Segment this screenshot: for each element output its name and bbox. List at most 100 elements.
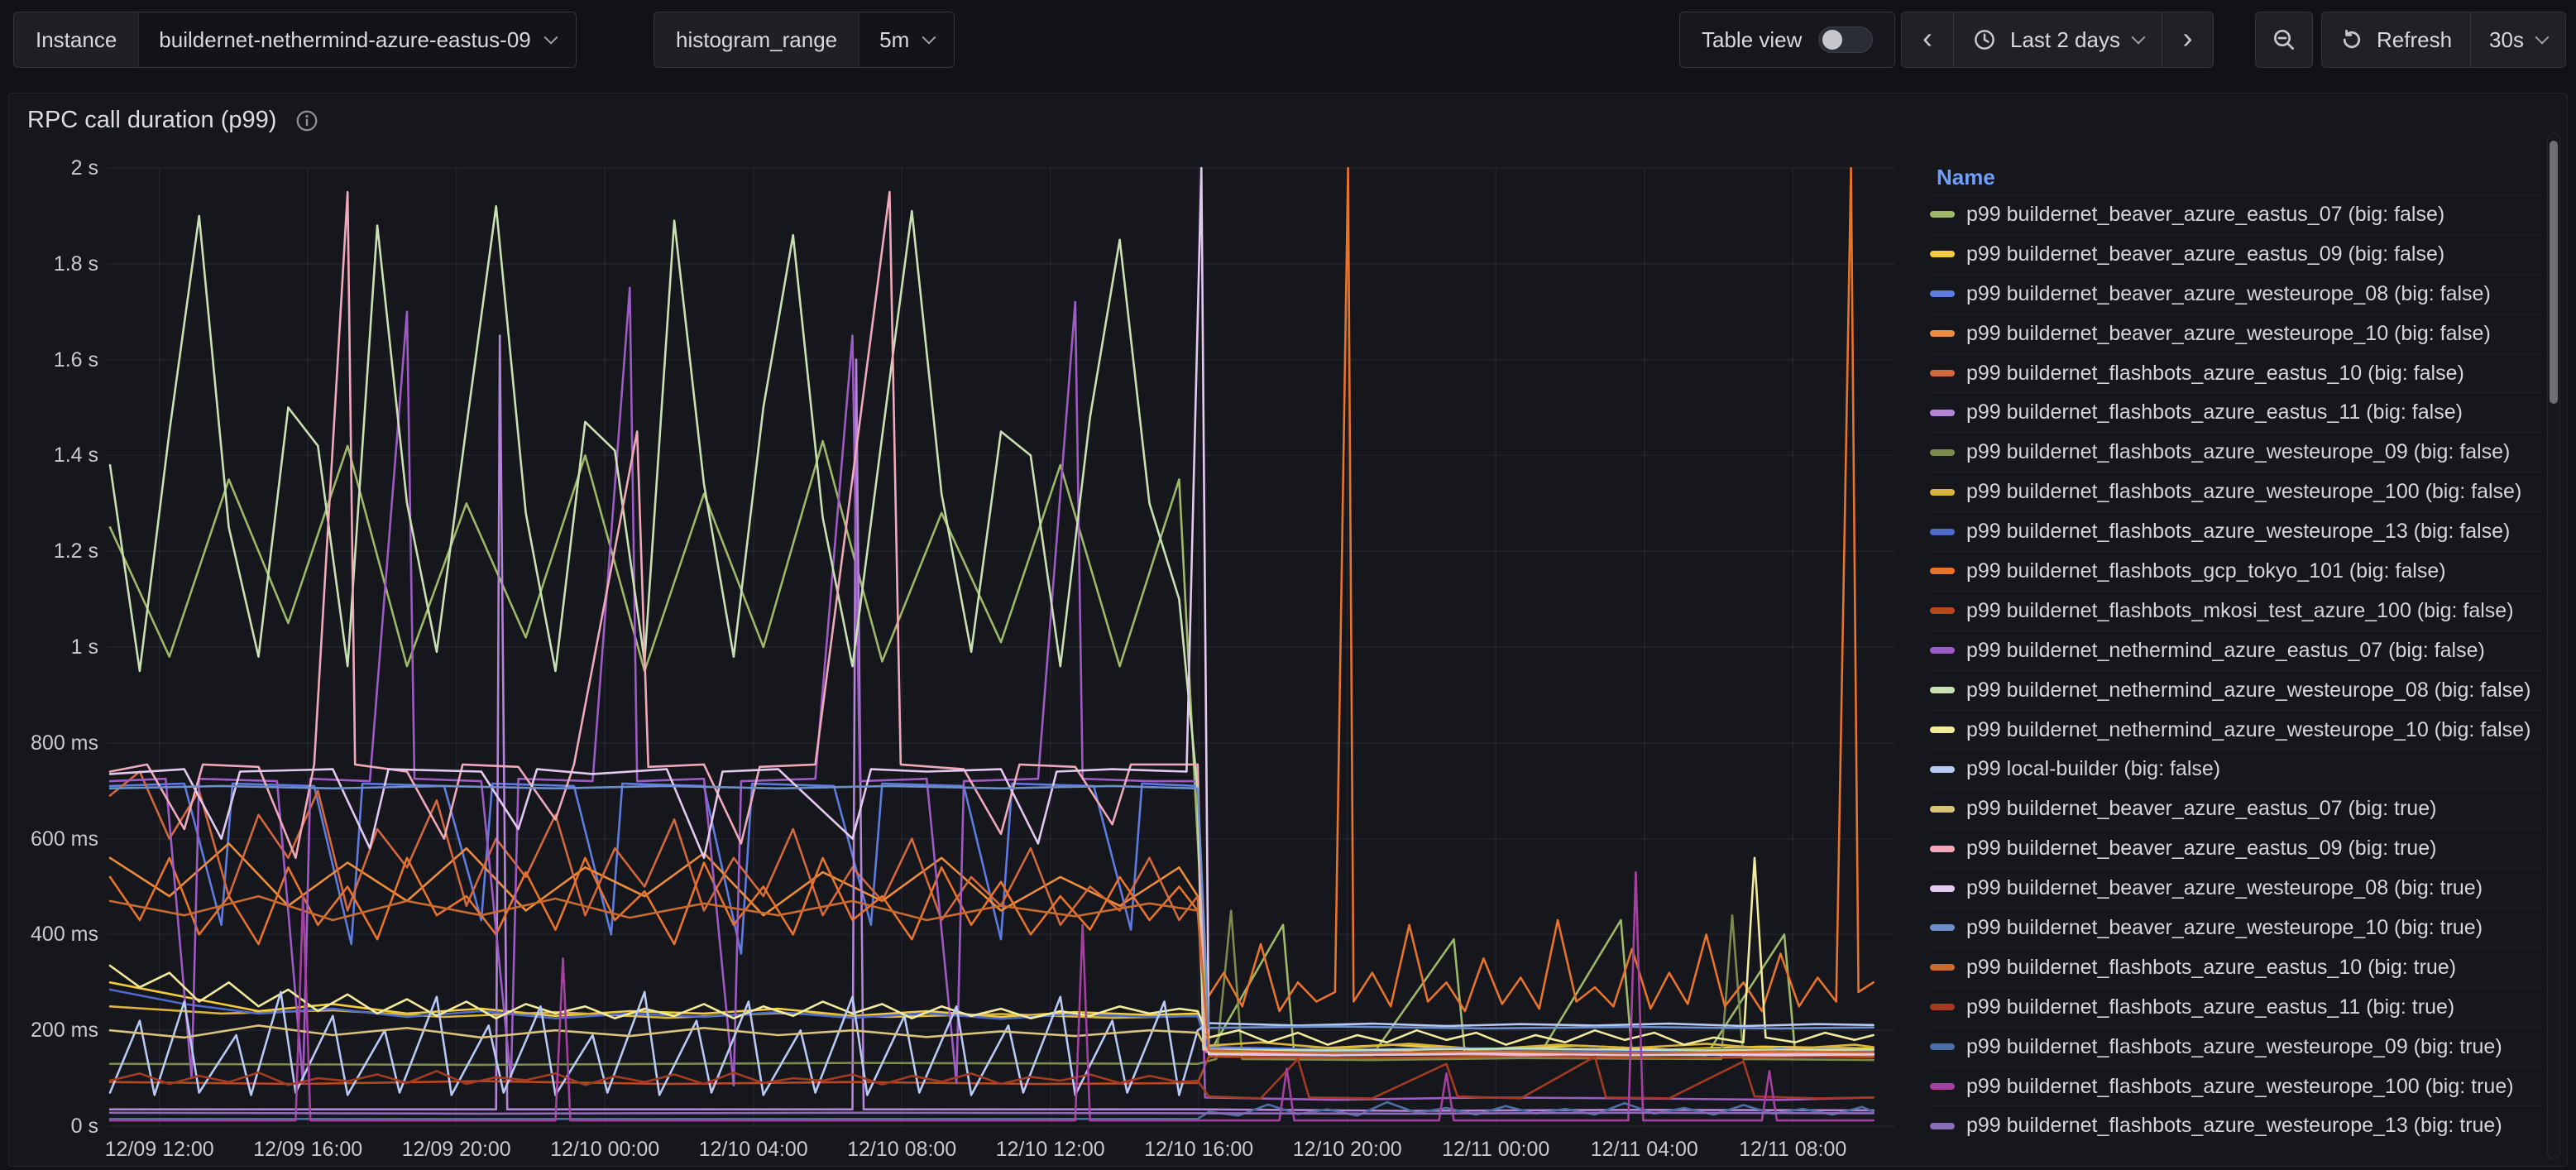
y-axis-tick-label: 1 s bbox=[9, 635, 98, 659]
legend-item-label: p99 buildernet_beaver_azure_westeurope_0… bbox=[1966, 876, 2483, 900]
series-color-swatch bbox=[1930, 924, 1955, 931]
series-color-swatch bbox=[1930, 529, 1955, 535]
instance-select[interactable]: buildernet-nethermind-azure-eastus-09 bbox=[139, 12, 575, 67]
chevron-down-icon bbox=[2535, 31, 2549, 45]
table-view-toggle[interactable] bbox=[1818, 26, 1873, 53]
legend-item[interactable]: p99 buildernet_nethermind_azure_westeuro… bbox=[1928, 710, 2542, 750]
legend-item[interactable]: p99 buildernet_beaver_azure_eastus_09 (b… bbox=[1928, 234, 2542, 274]
histogram-range-variable: histogram_range 5m bbox=[654, 12, 955, 68]
y-axis-tick-label: 400 ms bbox=[9, 922, 98, 947]
series-color-swatch bbox=[1930, 568, 1955, 574]
legend-item[interactable]: p99 buildernet_beaver_azure_westeurope_0… bbox=[1928, 274, 2542, 314]
panel-title: RPC call duration (p99) bbox=[27, 107, 276, 134]
toolbar: Instance buildernet-nethermind-azure-eas… bbox=[0, 0, 2576, 79]
legend-item-label: p99 buildernet_nethermind_azure_westeuro… bbox=[1966, 679, 2531, 702]
zoom-out-button[interactable] bbox=[2255, 12, 2313, 68]
legend-item[interactable]: p99 buildernet_flashbots_gcp_tokyo_101 (… bbox=[1928, 551, 2542, 591]
series-line bbox=[110, 982, 1874, 1050]
legend-item[interactable]: p99 buildernet_flashbots_azure_eastus_11… bbox=[1928, 987, 2542, 1027]
table-view-label: Table view bbox=[1702, 27, 1802, 53]
series-color-swatch bbox=[1930, 647, 1955, 654]
legend-item[interactable]: p99 buildernet_flashbots_azure_westeurop… bbox=[1928, 472, 2542, 511]
info-icon[interactable] bbox=[294, 108, 319, 133]
chevron-right-icon: › bbox=[2182, 23, 2192, 53]
time-range-label: Last 2 days bbox=[2010, 27, 2120, 53]
y-axis-tick-label: 0 s bbox=[9, 1114, 98, 1139]
legend-item[interactable]: p99 buildernet_flashbots_azure_westeurop… bbox=[1928, 1067, 2542, 1106]
instance-label: Instance bbox=[14, 12, 139, 67]
refresh-icon bbox=[2340, 28, 2363, 51]
legend-item[interactable]: p99 buildernet_nethermind_azure_eastus_0… bbox=[1928, 631, 2542, 670]
legend-item[interactable]: p99 buildernet_flashbots_azure_eastus_11… bbox=[1928, 392, 2542, 432]
series-color-swatch bbox=[1930, 370, 1955, 376]
time-range-picker[interactable]: Last 2 days bbox=[1953, 12, 2162, 67]
refresh-button[interactable]: Refresh bbox=[2322, 12, 2470, 67]
legend-item[interactable]: p99 buildernet_beaver_azure_westeurope_1… bbox=[1928, 908, 2542, 947]
legend-item[interactable]: p99 buildernet_beaver_azure_westeurope_1… bbox=[1928, 314, 2542, 353]
refresh-label: Refresh bbox=[2377, 27, 2452, 53]
panel-header[interactable]: RPC call duration (p99) bbox=[27, 107, 319, 134]
legend-item-label: p99 buildernet_flashbots_azure_westeurop… bbox=[1966, 480, 2521, 504]
series-color-swatch bbox=[1930, 1043, 1955, 1050]
series-color-swatch bbox=[1930, 885, 1955, 892]
series-color-swatch bbox=[1930, 330, 1955, 337]
chevron-left-icon: ‹ bbox=[1922, 23, 1932, 53]
legend-item-label: p99 buildernet_nethermind_azure_eastus_0… bbox=[1966, 639, 2485, 663]
legend-scrollbar-thumb[interactable] bbox=[2550, 141, 2558, 404]
legend-scrollbar[interactable] bbox=[2547, 133, 2560, 1159]
legend-header: Name bbox=[1928, 160, 2542, 194]
time-shift-forward-button[interactable]: › bbox=[2162, 12, 2213, 67]
zoom-out-icon bbox=[2271, 26, 2297, 53]
legend-item[interactable]: p99 buildernet_beaver_azure_eastus_09 (b… bbox=[1928, 828, 2542, 868]
series-line bbox=[110, 168, 1874, 1011]
y-axis-tick-label: 2 s bbox=[9, 156, 98, 180]
legend-item[interactable]: p99 buildernet_flashbots_azure_westeurop… bbox=[1928, 511, 2542, 551]
legend-item[interactable]: p99 buildernet_flashbots_mkosi_test_azur… bbox=[1928, 591, 2542, 631]
legend-item-label: p99 buildernet_flashbots_azure_westeurop… bbox=[1966, 1114, 2502, 1138]
time-shift-back-button[interactable]: ‹ bbox=[1902, 12, 1953, 67]
series-color-swatch bbox=[1930, 449, 1955, 456]
x-axis-tick-label: 12/11 08:00 bbox=[1702, 1138, 1884, 1162]
legend-item-label: p99 buildernet_nethermind_azure_westeuro… bbox=[1966, 718, 2531, 742]
refresh-group: Refresh 30s bbox=[2321, 12, 2566, 68]
legend-item-label: p99 buildernet_flashbots_azure_eastus_11… bbox=[1966, 995, 2454, 1019]
series-line bbox=[110, 206, 1874, 1050]
legend-item-label: p99 local-builder (big: false) bbox=[1966, 757, 2220, 781]
y-axis-tick-label: 1.6 s bbox=[9, 348, 98, 372]
series-color-swatch bbox=[1930, 1083, 1955, 1090]
refresh-interval-select[interactable]: 30s bbox=[2470, 12, 2565, 67]
legend-item[interactable]: p99 buildernet_beaver_azure_westeurope_0… bbox=[1928, 868, 2542, 908]
series-line bbox=[110, 1113, 1874, 1114]
legend-item[interactable]: p99 buildernet_beaver_azure_eastus_07 (b… bbox=[1928, 789, 2542, 828]
series-color-swatch bbox=[1930, 964, 1955, 971]
legend-item-label: p99 buildernet_beaver_azure_eastus_09 (b… bbox=[1966, 242, 2444, 266]
legend-item[interactable]: p99 buildernet_flashbots_azure_eastus_10… bbox=[1928, 947, 2542, 987]
clock-icon bbox=[1972, 27, 1997, 52]
legend-item-label: p99 buildernet_flashbots_azure_westeurop… bbox=[1966, 440, 2510, 464]
legend-item[interactable]: p99 buildernet_beaver_azure_eastus_07 (b… bbox=[1928, 194, 2542, 234]
chevron-down-icon bbox=[543, 31, 558, 45]
series-color-swatch bbox=[1930, 1123, 1955, 1129]
table-view-control: Table view bbox=[1679, 12, 1895, 68]
legend-item[interactable]: p99 buildernet_nethermind_azure_westeuro… bbox=[1928, 670, 2542, 710]
histogram-range-select[interactable]: 5m bbox=[859, 12, 954, 67]
toggle-knob bbox=[1822, 30, 1842, 50]
series-color-swatch bbox=[1930, 410, 1955, 416]
legend-item[interactable]: p99 local-builder (big: false) bbox=[1928, 749, 2542, 789]
series-color-swatch bbox=[1930, 290, 1955, 297]
legend-item-label: p99 buildernet_flashbots_azure_westeurop… bbox=[1966, 1035, 2502, 1059]
series-color-swatch bbox=[1930, 1004, 1955, 1010]
legend-item[interactable]: p99 buildernet_flashbots_azure_westeurop… bbox=[1928, 1027, 2542, 1067]
instance-value: buildernet-nethermind-azure-eastus-09 bbox=[159, 27, 530, 53]
series-line bbox=[110, 843, 1874, 1055]
legend-item[interactable]: p99 buildernet_flashbots_azure_westeurop… bbox=[1928, 432, 2542, 472]
instance-variable: Instance buildernet-nethermind-azure-eas… bbox=[13, 12, 577, 68]
legend-item-label: p99 buildernet_beaver_azure_eastus_07 (b… bbox=[1966, 203, 2444, 227]
series-color-swatch bbox=[1930, 687, 1955, 693]
series-color-swatch bbox=[1930, 211, 1955, 218]
series-color-swatch bbox=[1930, 607, 1955, 614]
legend-item[interactable]: p99 buildernet_flashbots_azure_eastus_10… bbox=[1928, 353, 2542, 393]
legend-item[interactable]: p99 buildernet_flashbots_azure_westeurop… bbox=[1928, 1105, 2542, 1145]
legend-item-label: p99 buildernet_beaver_azure_eastus_07 (b… bbox=[1966, 797, 2436, 821]
time-series-chart[interactable] bbox=[107, 163, 1895, 1131]
